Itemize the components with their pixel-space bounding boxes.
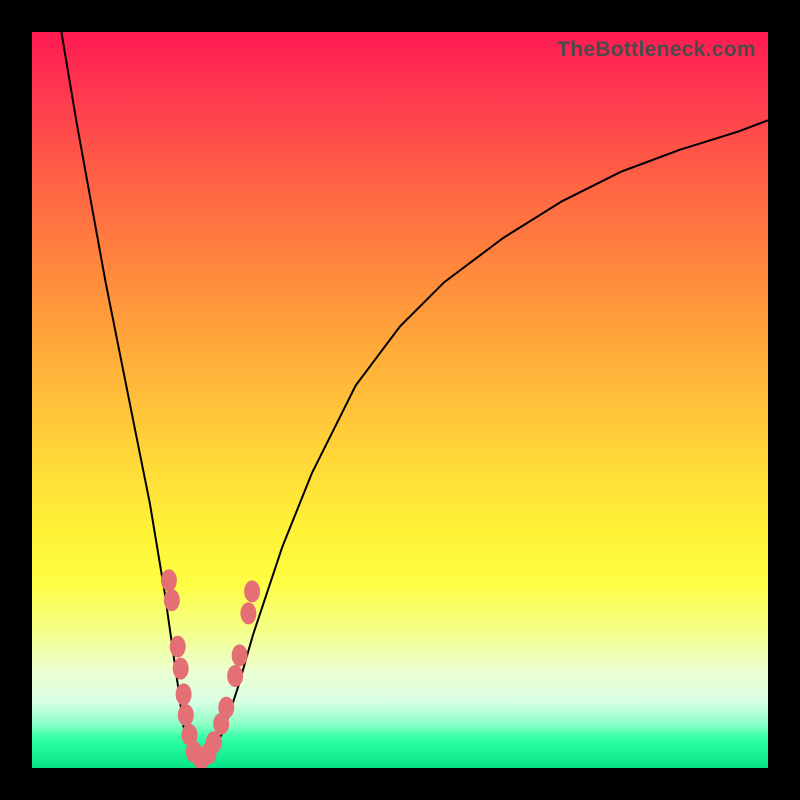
data-point	[164, 589, 180, 611]
data-point	[244, 580, 260, 602]
chart-frame: TheBottleneck.com	[0, 0, 800, 800]
curve-right	[201, 120, 768, 762]
data-point	[227, 665, 243, 687]
chart-svg	[32, 32, 768, 768]
data-point	[176, 683, 192, 705]
data-point	[178, 704, 194, 726]
data-point	[173, 658, 189, 680]
plot-area: TheBottleneck.com	[32, 32, 768, 768]
data-point	[240, 602, 256, 624]
data-point	[232, 644, 248, 666]
data-points	[161, 569, 260, 768]
data-point	[170, 636, 186, 658]
data-point	[218, 697, 234, 719]
data-point	[161, 569, 177, 591]
